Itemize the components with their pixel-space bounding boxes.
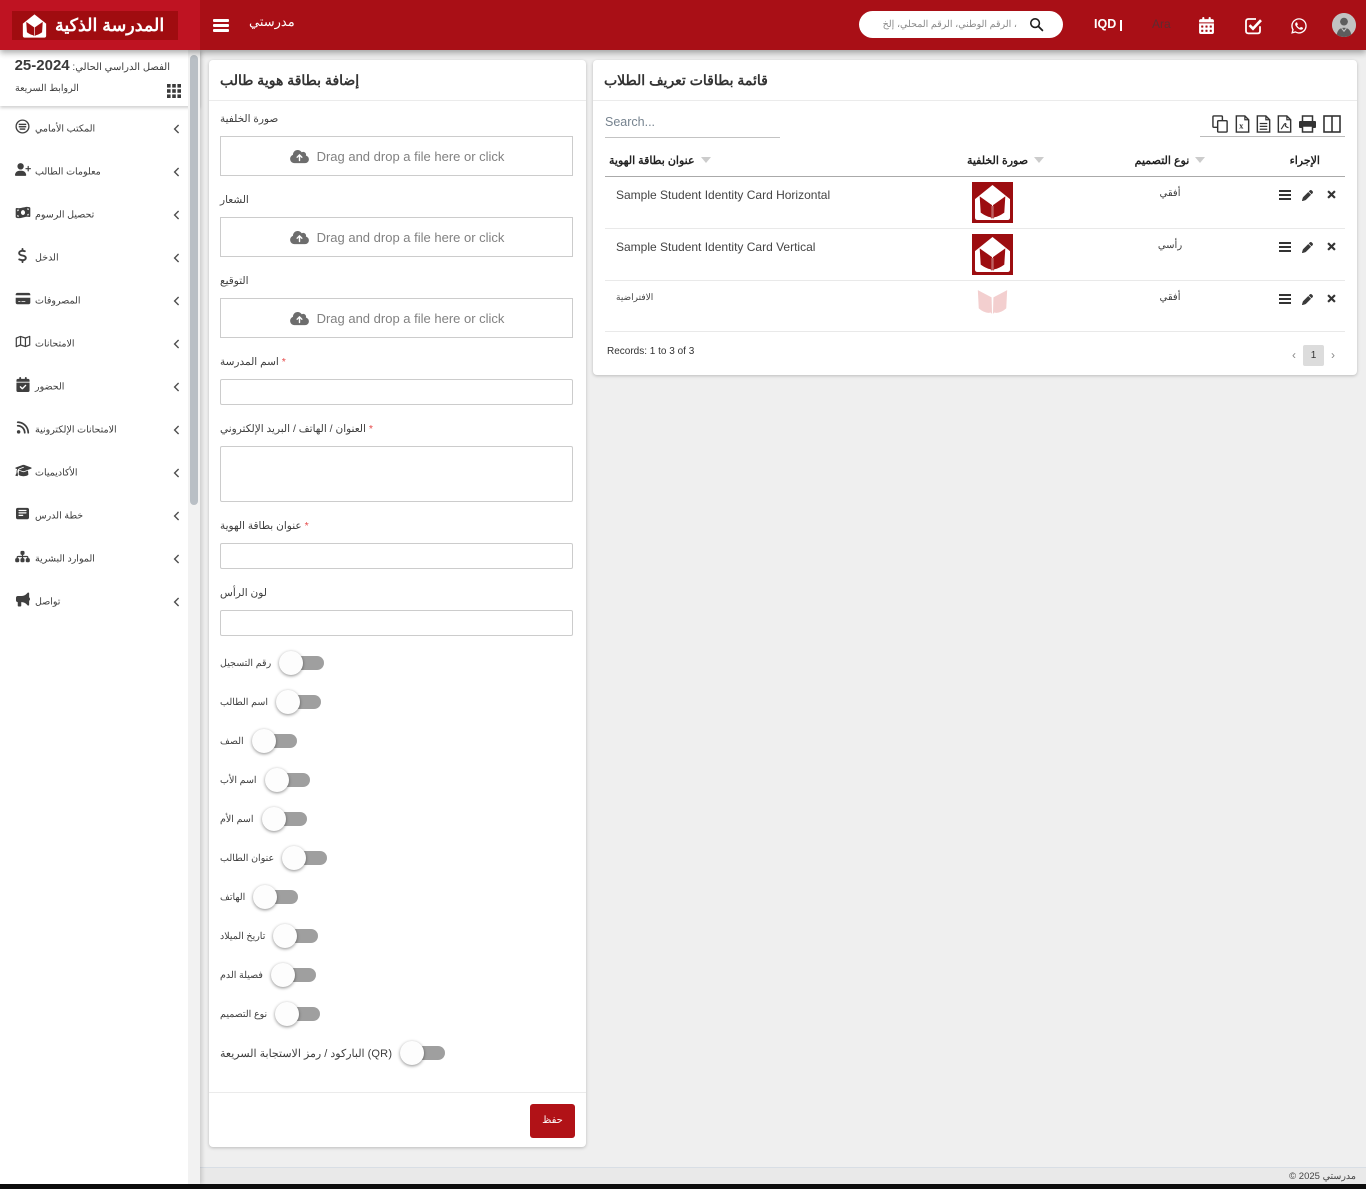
svg-text:x: x — [1239, 120, 1244, 130]
